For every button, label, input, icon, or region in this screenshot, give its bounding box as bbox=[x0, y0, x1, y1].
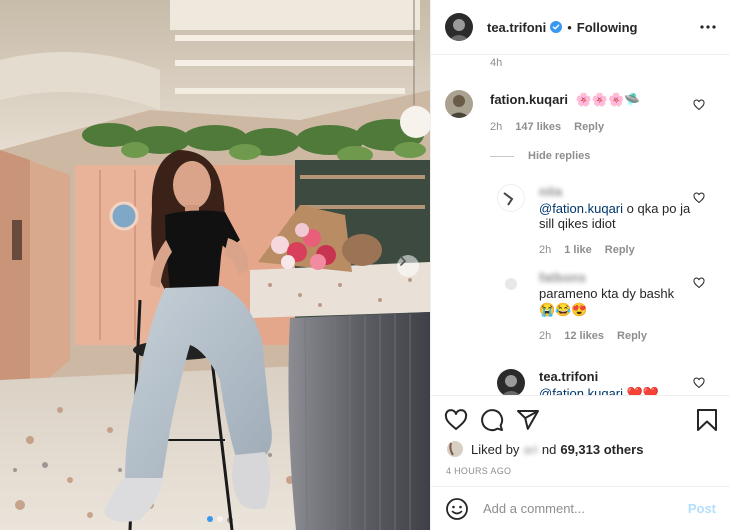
reply-button[interactable]: Reply bbox=[605, 244, 635, 256]
reply-avatar[interactable] bbox=[497, 184, 525, 212]
comment-input[interactable] bbox=[483, 501, 688, 516]
hide-replies-label: Hide replies bbox=[528, 150, 591, 162]
reply-likes[interactable]: 1 like bbox=[564, 244, 592, 256]
author-avatar[interactable] bbox=[445, 13, 473, 41]
share-icon[interactable] bbox=[516, 408, 540, 432]
header-separator: • bbox=[567, 19, 572, 35]
liked-by-prefix: Liked by bbox=[471, 441, 520, 457]
reply: fatbons parameno kta dy bashk 😭😂😍 2h 12 … bbox=[497, 270, 709, 342]
post-comment-button[interactable]: Post bbox=[688, 501, 716, 516]
reply-like-heart-icon[interactable] bbox=[693, 192, 705, 204]
post-timestamp[interactable]: 4 HOURS AGO bbox=[446, 466, 511, 476]
post-header: tea.trifoni • Following bbox=[431, 0, 730, 55]
next-photo-button[interactable] bbox=[397, 255, 419, 277]
emoji-icon[interactable] bbox=[445, 497, 469, 521]
carousel-dots bbox=[0, 516, 430, 522]
reply-like-heart-icon[interactable] bbox=[693, 377, 705, 389]
caption-timestamp: 4h bbox=[490, 57, 503, 69]
likes-count[interactable]: 69,313 others bbox=[560, 442, 643, 457]
reply-text: parameno kta dy bashk bbox=[539, 286, 675, 301]
reply-like-heart-icon[interactable] bbox=[693, 277, 705, 289]
post-actions: Liked by ari nd 69,313 others 4 HOURS AG… bbox=[431, 395, 730, 487]
hide-replies-button[interactable]: Hide replies bbox=[490, 150, 590, 162]
photo-illustration bbox=[0, 0, 430, 530]
commenter-avatar[interactable] bbox=[445, 90, 473, 118]
liked-by-connector: nd bbox=[541, 441, 557, 457]
action-icons bbox=[444, 408, 540, 432]
instagram-post: tea.trifoni • Following 4h fation.kuqari… bbox=[0, 0, 730, 530]
comment-text: 🌸🌸🌸🛸 bbox=[575, 92, 641, 107]
reply-time[interactable]: 2h bbox=[539, 330, 551, 342]
reply-avatar[interactable] bbox=[497, 369, 525, 395]
comment-time[interactable]: 2h bbox=[490, 121, 502, 133]
post-photo[interactable] bbox=[0, 0, 430, 530]
reply-username[interactable]: nita bbox=[539, 184, 562, 199]
reply-time[interactable]: 2h bbox=[539, 244, 551, 256]
comment-like-heart-icon[interactable] bbox=[693, 99, 705, 111]
reply-button[interactable]: Reply bbox=[574, 121, 604, 133]
following-button[interactable]: Following bbox=[577, 20, 638, 35]
bookmark-button[interactable] bbox=[696, 408, 718, 432]
add-comment-bar: Post bbox=[431, 486, 730, 530]
reply: tea.trifoni @fation.kuqari ❤️❤️ bbox=[497, 369, 659, 395]
liker-avatar bbox=[447, 441, 463, 457]
reply-likes[interactable]: 12 likes bbox=[564, 330, 604, 342]
post-side-panel: tea.trifoni • Following 4h fation.kuqari… bbox=[430, 0, 730, 530]
verified-icon bbox=[550, 21, 563, 33]
comments-list[interactable]: 4h fation.kuqari 🌸🌸🌸🛸 2h 147 likes Reply… bbox=[431, 55, 730, 395]
liked-by[interactable]: Liked by ari nd 69,313 others bbox=[447, 441, 643, 457]
author-username[interactable]: tea.trifoni bbox=[487, 20, 546, 35]
reply-mention[interactable]: @fation.kuqari bbox=[539, 201, 623, 216]
comment-icon[interactable] bbox=[480, 408, 504, 432]
carousel-dot bbox=[217, 516, 223, 522]
bookmark-icon bbox=[697, 409, 717, 431]
comment-likes[interactable]: 147 likes bbox=[515, 121, 561, 133]
carousel-dot bbox=[207, 516, 213, 522]
reply: nita @fation.kuqari o qka po ja sill qik… bbox=[497, 184, 699, 256]
reply-text: ❤️❤️ bbox=[623, 386, 660, 395]
reply-mention[interactable]: @fation.kuqari bbox=[539, 386, 623, 395]
reply-button[interactable]: Reply bbox=[617, 330, 647, 342]
reply-emojis: 😭😂😍 bbox=[539, 302, 588, 317]
reply-avatar[interactable] bbox=[497, 270, 525, 298]
comment-username[interactable]: fation.kuqari bbox=[490, 92, 568, 107]
hide-replies-line bbox=[490, 155, 514, 157]
reply-username[interactable]: fatbons bbox=[539, 270, 586, 285]
reply-username[interactable]: tea.trifoni bbox=[539, 369, 598, 384]
more-options-icon[interactable] bbox=[700, 25, 716, 29]
next-arrow-icon bbox=[400, 256, 406, 266]
heart-icon[interactable] bbox=[444, 408, 468, 432]
comment: fation.kuqari 🌸🌸🌸🛸 2h 147 likes Reply bbox=[445, 90, 640, 133]
liked-by-blurred-name: ari bbox=[523, 441, 538, 457]
